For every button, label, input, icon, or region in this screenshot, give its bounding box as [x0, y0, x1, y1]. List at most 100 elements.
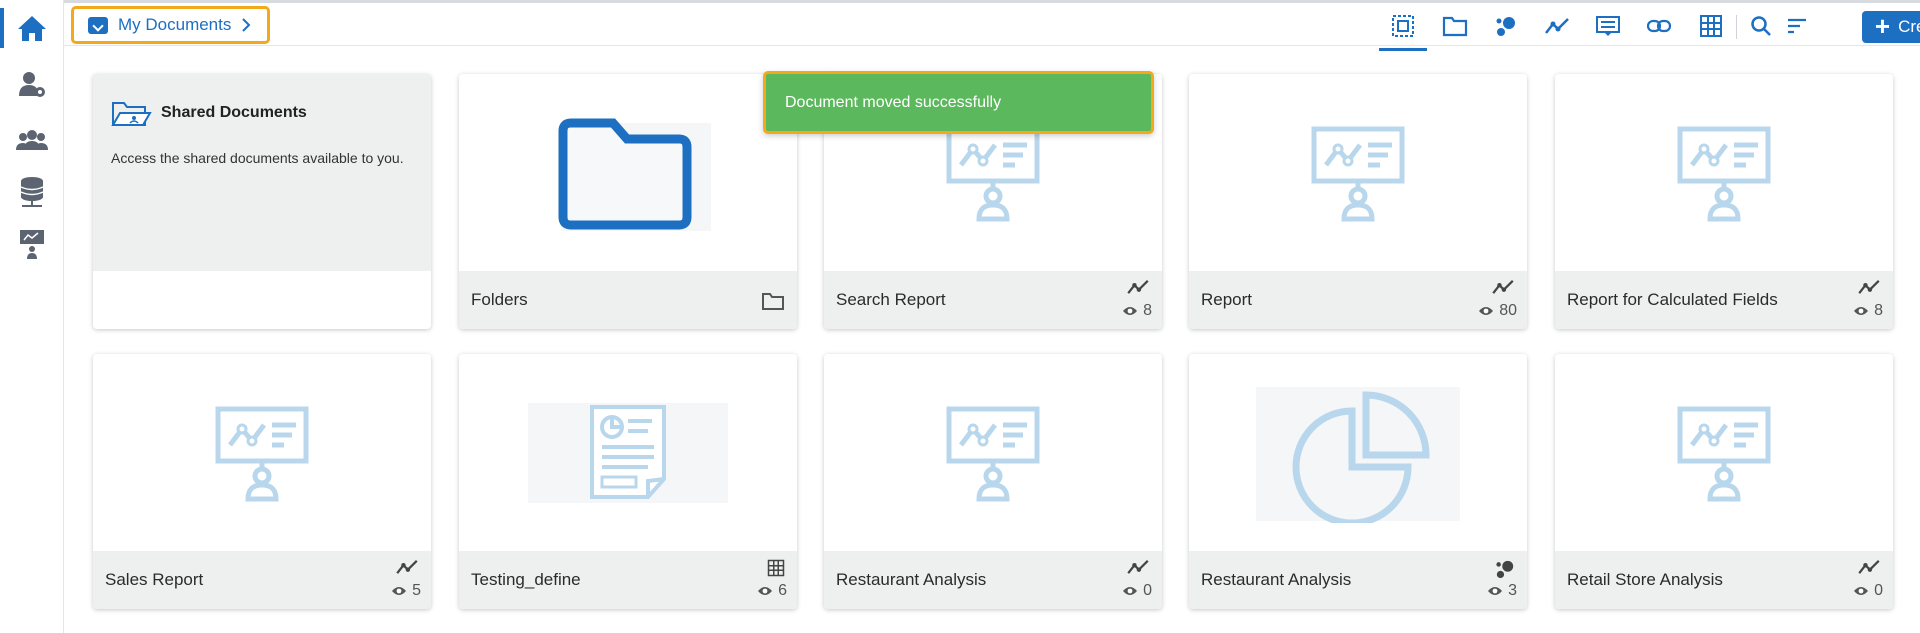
shared-folder-icon	[111, 102, 152, 126]
search-button[interactable]	[1741, 6, 1781, 46]
view-count: 6	[778, 582, 787, 599]
folder-icon	[1442, 16, 1468, 37]
bubble-chart-icon	[1496, 17, 1515, 36]
report-thumbnail-icon	[946, 406, 1040, 501]
card-views: 0	[1122, 582, 1152, 600]
trend-line-icon	[1858, 559, 1880, 574]
user-settings-icon	[19, 72, 45, 97]
folder-thumbnail-icon	[558, 118, 711, 231]
document-card[interactable]: Restaurant Analysis 0	[824, 354, 1162, 609]
view-count: 3	[1508, 582, 1517, 599]
card-views: 6	[757, 582, 787, 600]
grid-table-icon	[1700, 15, 1722, 37]
link-icon	[1646, 19, 1672, 33]
card-title: Restaurant Analysis	[1201, 570, 1352, 589]
sidebar-item-database[interactable]	[0, 170, 64, 214]
document-card[interactable]: Testing_define 6	[459, 354, 797, 609]
card-views: 80	[1478, 302, 1517, 320]
document-card[interactable]: Report 80	[1189, 74, 1527, 329]
grid-table-button[interactable]	[1691, 6, 1731, 46]
users-group-icon	[16, 130, 48, 150]
trend-line-icon	[1127, 559, 1149, 574]
card-thumbnail	[1555, 74, 1893, 271]
view-count: 80	[1499, 302, 1517, 319]
presentation-user-icon	[20, 230, 44, 259]
card-footer: Sales Report 5	[93, 551, 431, 609]
select-all-button[interactable]	[1379, 6, 1427, 51]
card-title: Sales Report	[105, 570, 204, 589]
card-title: Report for Calculated Fields	[1567, 290, 1778, 309]
shared-documents-footer	[93, 271, 431, 329]
folder-filter-button[interactable]	[1435, 6, 1475, 46]
eye-icon	[758, 587, 773, 595]
trend-line-icon	[1492, 279, 1514, 294]
bubble-chart-button[interactable]	[1486, 6, 1526, 46]
sort-button[interactable]	[1777, 6, 1817, 46]
card-footer: Retail Store Analysis 0	[1555, 551, 1893, 609]
card-footer: Search Report 8	[824, 271, 1162, 329]
chevron-right-icon	[242, 18, 251, 32]
create-button-label: Create	[1898, 17, 1920, 36]
top-bar: My Documents + Create	[64, 0, 1920, 51]
shared-documents-card[interactable]: Shared Documents Access the shared docum…	[93, 74, 431, 329]
eye-icon	[1488, 587, 1503, 595]
document-card[interactable]: Retail Store Analysis 0	[1555, 354, 1893, 609]
document-card[interactable]: Folders	[459, 74, 797, 329]
card-thumbnail	[459, 354, 797, 551]
pie-chart-thumbnail-icon	[1256, 386, 1460, 523]
shared-documents-description: Access the shared documents available to…	[111, 150, 404, 166]
report-thumbnail-icon	[1311, 126, 1405, 221]
report-thumbnail-icon	[215, 406, 309, 501]
report-thumbnail-icon	[1677, 406, 1771, 501]
eye-icon	[1854, 307, 1869, 315]
sidebar-item-users[interactable]	[0, 118, 64, 162]
card-thumbnail	[1555, 354, 1893, 551]
card-title: Restaurant Analysis	[836, 570, 987, 589]
breadcrumb[interactable]: My Documents	[71, 6, 270, 44]
table-document-thumbnail-icon	[528, 402, 728, 503]
search-icon	[1751, 16, 1771, 36]
view-count: 0	[1143, 582, 1152, 599]
trend-line-icon	[1858, 279, 1880, 294]
card-footer: Folders	[459, 271, 797, 329]
report-thumbnail-icon	[946, 126, 1040, 221]
sidebar-item-user-settings[interactable]	[0, 62, 64, 106]
card-views: 5	[391, 582, 421, 600]
trend-line-button[interactable]	[1537, 6, 1577, 46]
card-title: Folders	[471, 290, 528, 309]
folder-dropdown-icon	[88, 16, 108, 34]
document-card[interactable]: Restaurant Analysis 3	[1189, 354, 1527, 609]
sidebar	[0, 0, 64, 633]
view-count: 8	[1874, 302, 1883, 319]
story-icon	[1596, 16, 1620, 36]
eye-icon	[392, 587, 407, 595]
view-count: 5	[412, 582, 421, 599]
create-button[interactable]: + Create	[1862, 11, 1920, 43]
sidebar-item-presentation[interactable]	[0, 222, 64, 266]
document-card[interactable]: Sales Report 5	[93, 354, 431, 609]
shared-documents-title: Shared Documents	[161, 104, 307, 121]
card-thumbnail	[459, 74, 797, 271]
card-title: Search Report	[836, 290, 946, 309]
success-toast: Document moved successfully	[763, 71, 1154, 134]
database-icon	[20, 177, 44, 207]
plus-icon: +	[1874, 10, 1891, 41]
sidebar-item-home[interactable]	[0, 6, 64, 50]
card-footer: Restaurant Analysis 3	[1189, 551, 1527, 609]
toolbar-divider	[1736, 15, 1737, 39]
document-card[interactable]: Report for Calculated Fields 8	[1555, 74, 1893, 329]
card-views: 3	[1487, 582, 1517, 600]
folder-icon	[762, 293, 784, 310]
card-footer: Restaurant Analysis 0	[824, 551, 1162, 609]
home-icon	[18, 16, 46, 41]
trend-line-icon	[1127, 279, 1149, 294]
view-count: 8	[1143, 302, 1152, 319]
view-count: 0	[1874, 582, 1883, 599]
select-all-icon	[1392, 15, 1414, 37]
story-button[interactable]	[1588, 6, 1628, 46]
toast-message: Document moved successfully	[785, 93, 1002, 111]
link-button[interactable]	[1639, 6, 1679, 46]
trend-line-icon	[1545, 18, 1569, 34]
sort-icon	[1788, 18, 1806, 34]
card-title: Testing_define	[471, 570, 581, 589]
